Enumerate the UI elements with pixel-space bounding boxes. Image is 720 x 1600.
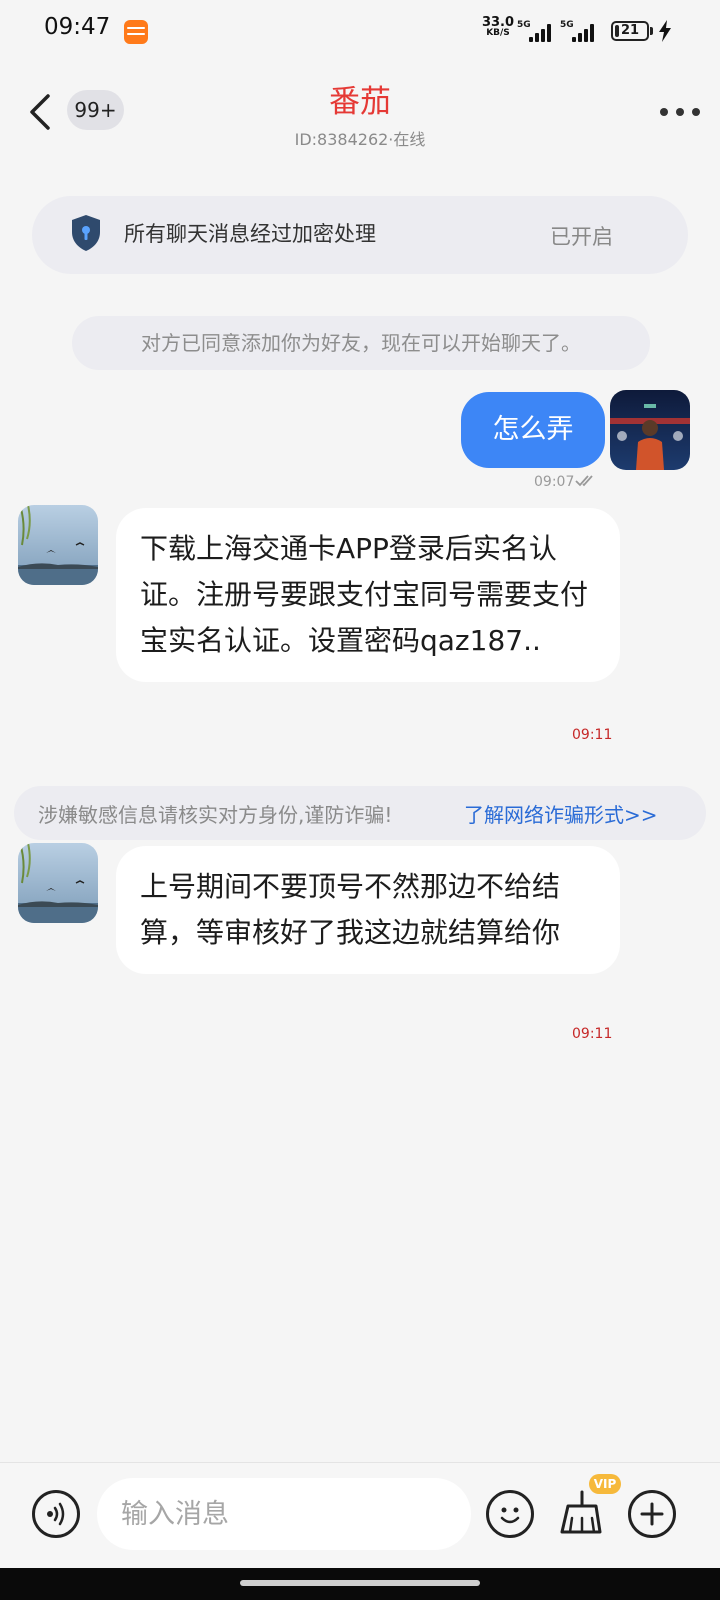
network-speed-value: 33.0	[481, 15, 515, 30]
plus-icon[interactable]	[628, 1490, 676, 1538]
contact-avatar[interactable]	[18, 505, 98, 585]
my-avatar[interactable]	[610, 390, 690, 470]
vip-badge: VIP	[589, 1474, 621, 1494]
more-icon[interactable]	[660, 108, 700, 116]
signal-type: 5G	[517, 20, 531, 30]
charging-icon	[659, 20, 671, 42]
message-time: 09:11	[572, 727, 613, 743]
app-notification-icon	[124, 20, 148, 44]
unread-count-badge[interactable]: 99+	[67, 90, 124, 130]
signal-icon: 5G	[517, 20, 555, 42]
contact-avatar[interactable]	[18, 843, 98, 923]
signal-icon-2: 5G	[560, 20, 598, 42]
incoming-message-bubble[interactable]: 下载上海交通卡APP登录后实名认证。注册号要跟支付宝同号需要支付宝实名认证。设置…	[116, 508, 620, 682]
battery-icon: 21	[611, 21, 649, 41]
shield-icon	[72, 215, 100, 251]
incoming-message-bubble[interactable]: 上号期间不要顶号不然那边不给结算，等审核好了我这边就结算给你	[116, 846, 620, 974]
fraud-warning-text: 涉嫌敏感信息请核实对方身份,谨防诈骗!	[38, 803, 393, 827]
fraud-info-link[interactable]: 了解网络诈骗形式>>	[464, 799, 658, 828]
chat-title: 番茄	[329, 84, 391, 120]
emoji-icon[interactable]	[486, 1490, 534, 1538]
message-input[interactable]	[97, 1478, 471, 1550]
broom-icon[interactable]	[556, 1488, 606, 1538]
battery-level: 21	[620, 23, 640, 38]
encryption-state: 已开启	[550, 225, 613, 249]
home-indicator[interactable]	[240, 1580, 480, 1586]
read-check-icon	[575, 475, 593, 487]
system-message: 对方已同意添加你为好友，现在可以开始聊天了。	[72, 316, 650, 370]
signal-type-2: 5G	[560, 20, 574, 30]
message-time: 09:11	[572, 1026, 613, 1042]
status-time: 09:47	[44, 14, 111, 40]
battery-cap	[650, 27, 653, 35]
network-speed: 33.0 KB/S	[480, 15, 516, 39]
outgoing-message-bubble[interactable]: 怎么弄	[461, 392, 605, 468]
back-arrow-icon[interactable]	[26, 92, 56, 132]
voice-icon[interactable]	[32, 1490, 80, 1538]
chat-subtitle: ID:8384262·在线	[294, 130, 426, 149]
message-time: 09:07	[534, 474, 575, 490]
encryption-text: 所有聊天消息经过加密处理	[124, 222, 376, 246]
